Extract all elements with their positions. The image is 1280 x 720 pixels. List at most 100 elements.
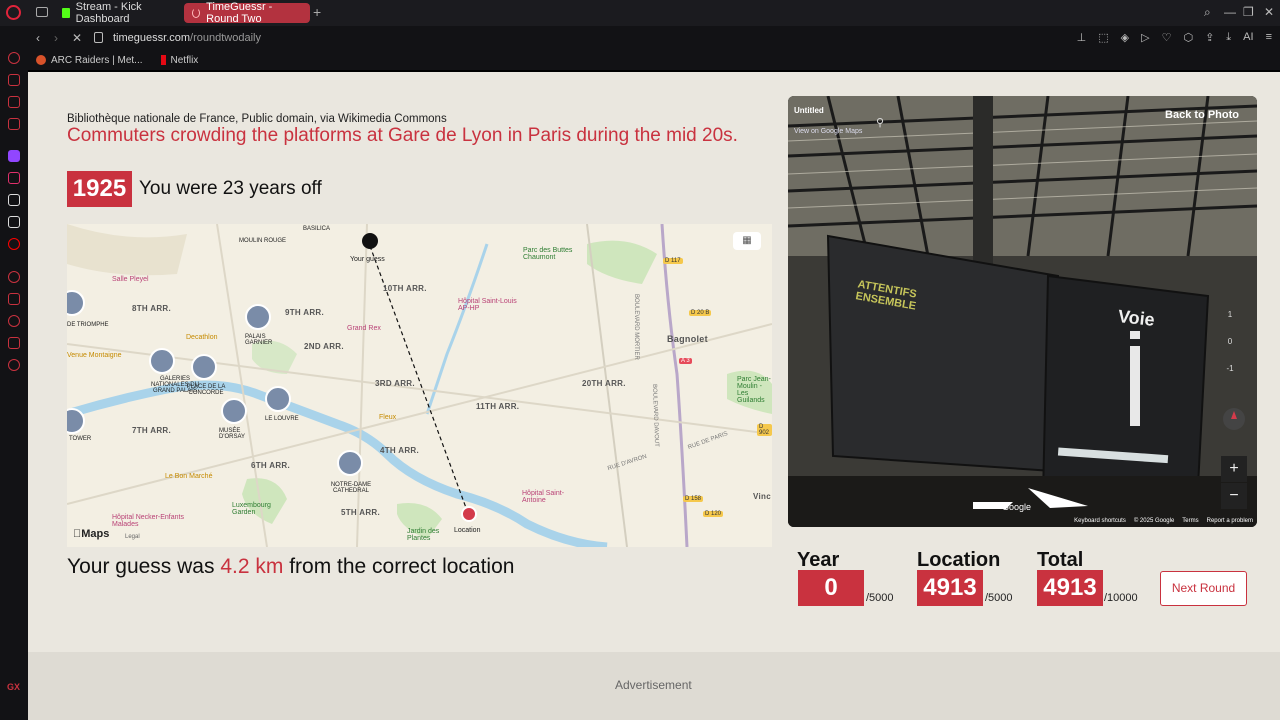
map-poi: MUSÉE D'ORSAY: [219, 428, 246, 440]
tab-label: TimeGuessr - Round Two: [206, 1, 273, 25]
google-logo: Google: [1002, 502, 1032, 512]
map-poi: PLACE DE LA CONCORDE: [186, 384, 226, 396]
level-0-button[interactable]: 0: [1217, 337, 1243, 346]
ai-button[interactable]: AI: [1243, 31, 1253, 44]
road-tag: A 3: [679, 358, 692, 364]
correct-location-pin-icon[interactable]: [461, 506, 477, 522]
snapshot-icon[interactable]: ⬚: [1098, 31, 1108, 44]
shield-icon[interactable]: ◈: [1121, 31, 1129, 44]
netflix-favicon-icon: [160, 55, 166, 65]
tiktok-icon[interactable]: [8, 194, 20, 206]
bookmark-arc-raiders[interactable]: ARC Raiders | Met...: [36, 55, 143, 66]
map-poi: Hôpital Necker-Enfants Malades: [112, 514, 184, 528]
road-tag: D 120: [703, 511, 724, 517]
twitch-icon[interactable]: [8, 150, 20, 162]
youtube-icon[interactable]: [8, 238, 20, 250]
view-on-google-maps-link[interactable]: View on Google Maps: [794, 128, 862, 135]
map-poi: NOTRE-DAME CATHEDRAL: [330, 482, 372, 494]
level-1-button[interactable]: 1: [1217, 310, 1243, 319]
map-poi: BASILICA: [303, 226, 331, 232]
district-label: 7TH ARR.: [132, 426, 171, 435]
instagram-icon[interactable]: [8, 172, 20, 184]
minimize-icon[interactable]: —: [1224, 5, 1236, 19]
forward-arrow-icon[interactable]: ›: [54, 31, 58, 45]
your-guess-pin-icon[interactable]: [362, 233, 378, 249]
tab-island-icon[interactable]: [36, 7, 48, 17]
map-road: BOULEVARD MORTIER: [633, 294, 639, 360]
district-label: 3RD ARR.: [375, 379, 415, 388]
street-view-image: [788, 96, 1257, 527]
road-tag: D 117: [663, 258, 683, 264]
district-label: 6TH ARR.: [251, 461, 290, 470]
back-to-photo-button[interactable]: Back to Photo: [1165, 109, 1239, 121]
lock-icon[interactable]: [94, 32, 103, 43]
level-minus1-button[interactable]: -1: [1217, 364, 1243, 373]
year-score-heading: Year: [797, 549, 840, 571]
gx-control-icon[interactable]: [8, 74, 20, 86]
download-icon[interactable]: ⤓: [1226, 31, 1231, 44]
map-poi: Salle Pleyel: [112, 276, 149, 283]
play-icon[interactable]: ▷: [1141, 31, 1149, 44]
history-icon[interactable]: [8, 315, 20, 327]
new-tab-plus-icon[interactable]: +: [313, 4, 321, 20]
map-poi: TOWER: [69, 436, 92, 442]
map-pin-icon: ⚲: [876, 117, 885, 129]
share-icon[interactable]: ⇪: [1205, 31, 1214, 44]
url-field[interactable]: timeguessr.com/roundtwodaily: [113, 32, 261, 44]
map-poi: Fleux: [379, 414, 397, 421]
map-poi: Decathlon: [186, 334, 218, 341]
extensions-icon[interactable]: ⬡: [1183, 31, 1193, 44]
close-icon[interactable]: ✕: [1264, 5, 1274, 19]
tab-strip: Stream - Kick Dashboard TimeGuessr - Rou…: [0, 0, 1280, 26]
guess-distance-text: Your guess was 4.2 km from the correct l…: [67, 555, 515, 578]
street-view-panel[interactable]: ATTENTIFS ENSEMBLE Voie i Untitled View …: [788, 96, 1257, 527]
toolbar-icons: ⊥ ⬚ ◈ ▷ ♡ ⬡ ⇪ ⤓ AI ≡: [1077, 31, 1272, 44]
menu-icon[interactable]: ≡: [1266, 31, 1272, 44]
grand-palais-landmark-icon: [149, 348, 175, 374]
heart-icon[interactable]: ♡: [1162, 31, 1172, 44]
pin-icon[interactable]: ⊥: [1077, 31, 1087, 44]
map-poi: Parc Jean-Moulin - Les Guilands: [737, 376, 771, 404]
x-twitter-icon[interactable]: [8, 216, 20, 228]
total-score-heading: Total: [1037, 549, 1084, 571]
settings-gear-icon[interactable]: [8, 359, 20, 371]
next-round-button[interactable]: Next Round: [1160, 571, 1247, 606]
back-arrow-icon[interactable]: ‹: [36, 31, 40, 45]
zoom-out-button[interactable]: −: [1221, 483, 1247, 509]
tab-kick-dashboard[interactable]: Stream - Kick Dashboard: [54, 1, 178, 25]
district-label: 20TH ARR.: [582, 379, 626, 388]
location-score-heading: Location: [917, 549, 1001, 571]
louvre-landmark-icon: [265, 386, 291, 412]
speed-dial-icon[interactable]: [8, 52, 20, 64]
mail-icon[interactable]: [8, 118, 20, 130]
district-label: 11TH ARR.: [476, 402, 520, 411]
extensions-sidebar-icon[interactable]: [8, 337, 20, 349]
bookmark-netflix[interactable]: Netflix: [160, 55, 198, 66]
map-poi: Bagnolet: [667, 334, 708, 344]
restore-icon[interactable]: ❐: [1243, 5, 1254, 19]
compass-icon[interactable]: [1223, 408, 1245, 430]
copyright-text: © 2025 Google: [1133, 518, 1175, 524]
result-map[interactable]: 8TH ARR. 9TH ARR. 10TH ARR. 2ND ARR. 3RD…: [67, 224, 772, 547]
pin-sidebar-icon[interactable]: [8, 293, 20, 305]
search-icon[interactable]: ⌕: [1204, 5, 1211, 20]
map-poi: Parc des Buttes Chaumont: [523, 247, 573, 261]
map-poi: Le Bon Marché: [165, 473, 213, 480]
keyboard-shortcuts-link[interactable]: Keyboard shortcuts: [1074, 518, 1126, 524]
news-icon[interactable]: [8, 96, 20, 108]
zoom-in-button[interactable]: +: [1221, 456, 1247, 482]
stop-loading-icon[interactable]: ✕: [72, 31, 82, 45]
tab-timeguessr[interactable]: TimeGuessr - Round Two: [184, 1, 310, 25]
map-type-icon[interactable]: ▦: [733, 232, 761, 250]
photo-description: Commuters crowding the platforms at Gare…: [67, 125, 738, 146]
map-poi: Hôpital Saint-Louis AP-HP: [458, 298, 517, 312]
player-icon[interactable]: [8, 271, 20, 283]
opera-logo-icon[interactable]: [6, 5, 21, 20]
arc-raiders-favicon-icon: [36, 55, 46, 65]
legal-link[interactable]: Legal: [125, 534, 140, 540]
location-score-value: 4913: [917, 570, 983, 606]
report-problem-link[interactable]: Report a problem: [1207, 518, 1253, 524]
terms-link[interactable]: Terms: [1182, 518, 1198, 524]
advertisement-label: Advertisement: [615, 678, 692, 692]
timeguessr-page: Bibliothèque nationale de France, Public…: [28, 72, 1280, 720]
